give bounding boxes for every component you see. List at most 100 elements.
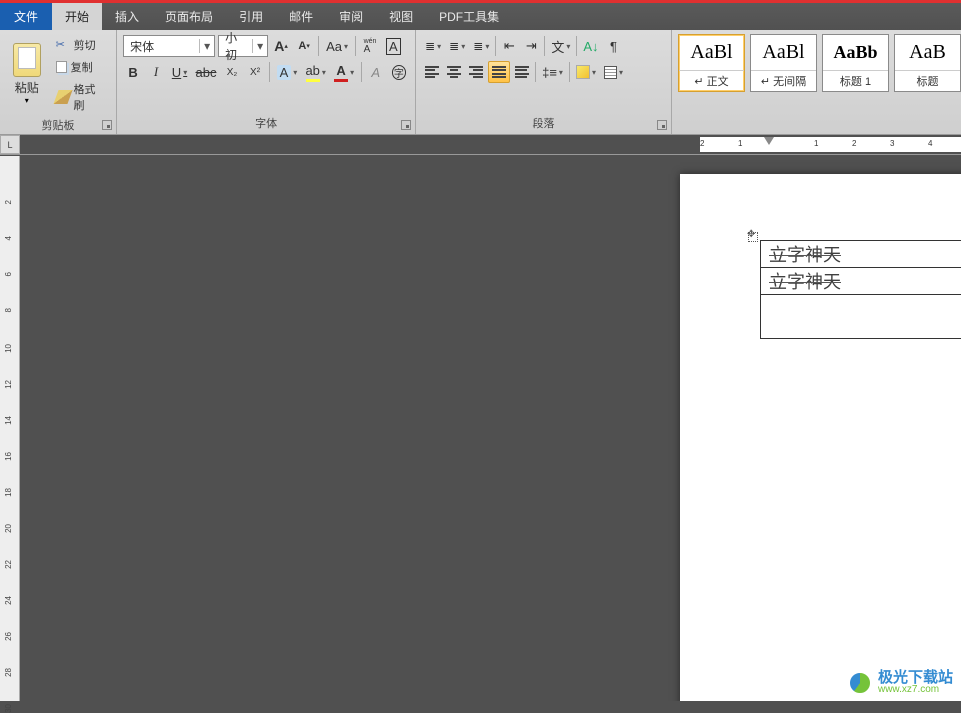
change-case-button[interactable]: Aa▾	[323, 35, 351, 57]
phonetic-icon: wénA	[364, 38, 377, 55]
copy-button[interactable]: 复制	[52, 57, 110, 77]
menu-bar: 文件 开始 插入 页面布局 引用 邮件 审阅 视图 PDF工具集	[0, 3, 961, 30]
table-cell[interactable]: 立字神天	[761, 241, 961, 268]
multilevel-list-button[interactable]: ≣▾	[470, 35, 492, 57]
styles-gallery[interactable]: AaBl ↵ 正文 AaBl ↵ 无间隔 AaBb 标题 1 AaB 标题	[678, 33, 961, 129]
tab-file[interactable]: 文件	[0, 3, 52, 30]
style-card-1[interactable]: AaBl ↵ 无间隔	[750, 34, 817, 92]
document-canvas[interactable]: 立字神天 立字神天	[20, 156, 961, 701]
tab-home[interactable]: 开始	[52, 3, 102, 30]
align-distributed-button[interactable]	[512, 61, 532, 83]
indent-marker[interactable]	[764, 137, 774, 145]
separator	[355, 36, 356, 56]
tab-page-layout[interactable]: 页面布局	[152, 3, 226, 30]
highlight-button[interactable]: ab▾	[303, 61, 329, 83]
ruler-tick: 2	[4, 200, 13, 204]
separator	[535, 62, 536, 82]
cut-button[interactable]: ✂ 剪切	[52, 35, 110, 55]
enclose-char-button[interactable]: 字	[389, 61, 409, 83]
tab-view[interactable]: 视图	[376, 3, 426, 30]
align-left-button[interactable]	[422, 61, 442, 83]
style-card-2[interactable]: AaBb 标题 1	[822, 34, 889, 92]
bold-button[interactable]: B	[123, 61, 143, 83]
document-table[interactable]: 立字神天 立字神天	[760, 240, 961, 339]
shading-button[interactable]: ▾	[573, 61, 599, 83]
tab-insert[interactable]: 插入	[102, 3, 152, 30]
align-center-button[interactable]	[444, 61, 464, 83]
borders-button[interactable]: ▾	[601, 61, 626, 83]
ruler-tick: 6	[4, 272, 13, 276]
clear-format-button[interactable]: A	[366, 61, 386, 83]
paint-bucket-icon	[576, 65, 590, 79]
table-move-handle[interactable]	[748, 232, 758, 242]
copy-label: 复制	[71, 59, 93, 75]
subscript-button[interactable]: X₂	[222, 61, 242, 83]
document-area: 24681012141618202224262830 立字神天 立字神天	[0, 156, 961, 701]
tab-references[interactable]: 引用	[226, 3, 276, 30]
separator	[269, 62, 270, 82]
underline-button[interactable]: U▾	[169, 61, 190, 83]
char-border-button[interactable]: A	[383, 35, 404, 57]
italic-button[interactable]: I	[146, 61, 166, 83]
table-cell[interactable]	[761, 295, 961, 339]
strikethrough-button[interactable]: abc	[193, 61, 219, 83]
vertical-ruler[interactable]: 24681012141618202224262830	[0, 156, 20, 701]
tab-selector[interactable]: L	[0, 135, 20, 154]
chevron-down-icon[interactable]: ▾	[199, 39, 214, 53]
superscript-button[interactable]: X²	[245, 61, 265, 83]
ruler-tick: 2	[852, 139, 856, 148]
font-size-combo[interactable]: 小初 ▾	[218, 35, 268, 57]
text-direction-button[interactable]: 文▾	[548, 35, 573, 57]
font-color-button[interactable]: A▾	[332, 61, 357, 83]
group-clipboard: 粘贴 ▾ ✂ 剪切 复制 格式刷 剪贴板	[0, 30, 117, 134]
sort-button[interactable]: A↓	[580, 35, 601, 57]
page[interactable]: 立字神天 立字神天	[680, 174, 961, 701]
bullets-icon: ≣	[425, 40, 435, 52]
table-row[interactable]: 立字神天	[761, 241, 961, 268]
char-shading-button[interactable]: A▾	[274, 61, 300, 83]
separator	[361, 62, 362, 82]
shrink-font-button[interactable]: A▾	[294, 35, 314, 57]
paragraph-dialog-launcher[interactable]	[657, 120, 667, 130]
circle-icon: 字	[392, 65, 406, 80]
tab-review[interactable]: 审阅	[326, 3, 376, 30]
paste-button[interactable]: 粘贴 ▾	[6, 33, 48, 115]
font-name-combo[interactable]: 宋体 ▾	[123, 35, 215, 57]
phonetic-guide-button[interactable]: wénA	[360, 35, 380, 57]
style-card-3[interactable]: AaB 标题	[894, 34, 961, 92]
style-name: ↵ 正文	[679, 70, 744, 91]
clipboard-dialog-launcher[interactable]	[102, 120, 112, 130]
cut-label: 剪切	[74, 37, 96, 53]
chevron-down-icon[interactable]: ▾	[252, 39, 267, 53]
decrease-indent-button[interactable]: ⇤	[499, 35, 519, 57]
brush-icon	[53, 90, 72, 104]
align-right-button[interactable]	[466, 61, 486, 83]
multilevel-icon: ≣	[473, 40, 483, 52]
show-marks-button[interactable]: ¶	[604, 35, 624, 57]
style-card-0[interactable]: AaBl ↵ 正文	[678, 34, 745, 92]
table-row[interactable]	[761, 295, 961, 339]
grow-font-button[interactable]: A▴	[271, 35, 291, 57]
outdent-icon: ⇤	[504, 38, 515, 54]
horizontal-ruler-bar: L 2112345	[0, 135, 961, 155]
ruler-tick: 4	[928, 139, 932, 148]
align-center-icon	[447, 66, 461, 78]
ruler-tick: 28	[4, 668, 13, 677]
style-name: 标题	[895, 70, 960, 91]
font-dialog-launcher[interactable]	[401, 120, 411, 130]
increase-indent-button[interactable]: ⇥	[521, 35, 541, 57]
tab-mail[interactable]: 邮件	[276, 3, 326, 30]
number-list-button[interactable]: ≣▾	[446, 35, 468, 57]
tab-pdf-tools[interactable]: PDF工具集	[426, 3, 512, 30]
line-spacing-button[interactable]: ‡≡▾	[539, 61, 566, 83]
paste-label: 粘贴	[15, 79, 39, 96]
style-name: 标题 1	[823, 70, 888, 91]
horizontal-ruler[interactable]: 2112345	[20, 135, 961, 154]
bullet-list-button[interactable]: ≣▾	[422, 35, 444, 57]
format-painter-button[interactable]: 格式刷	[52, 79, 110, 115]
align-justify-button[interactable]	[488, 61, 510, 83]
table-row[interactable]: 立字神天	[761, 268, 961, 295]
table-cell[interactable]: 立字神天	[761, 268, 961, 295]
ruler-tick: 14	[4, 416, 13, 425]
numbering-icon: ≣	[449, 40, 459, 52]
